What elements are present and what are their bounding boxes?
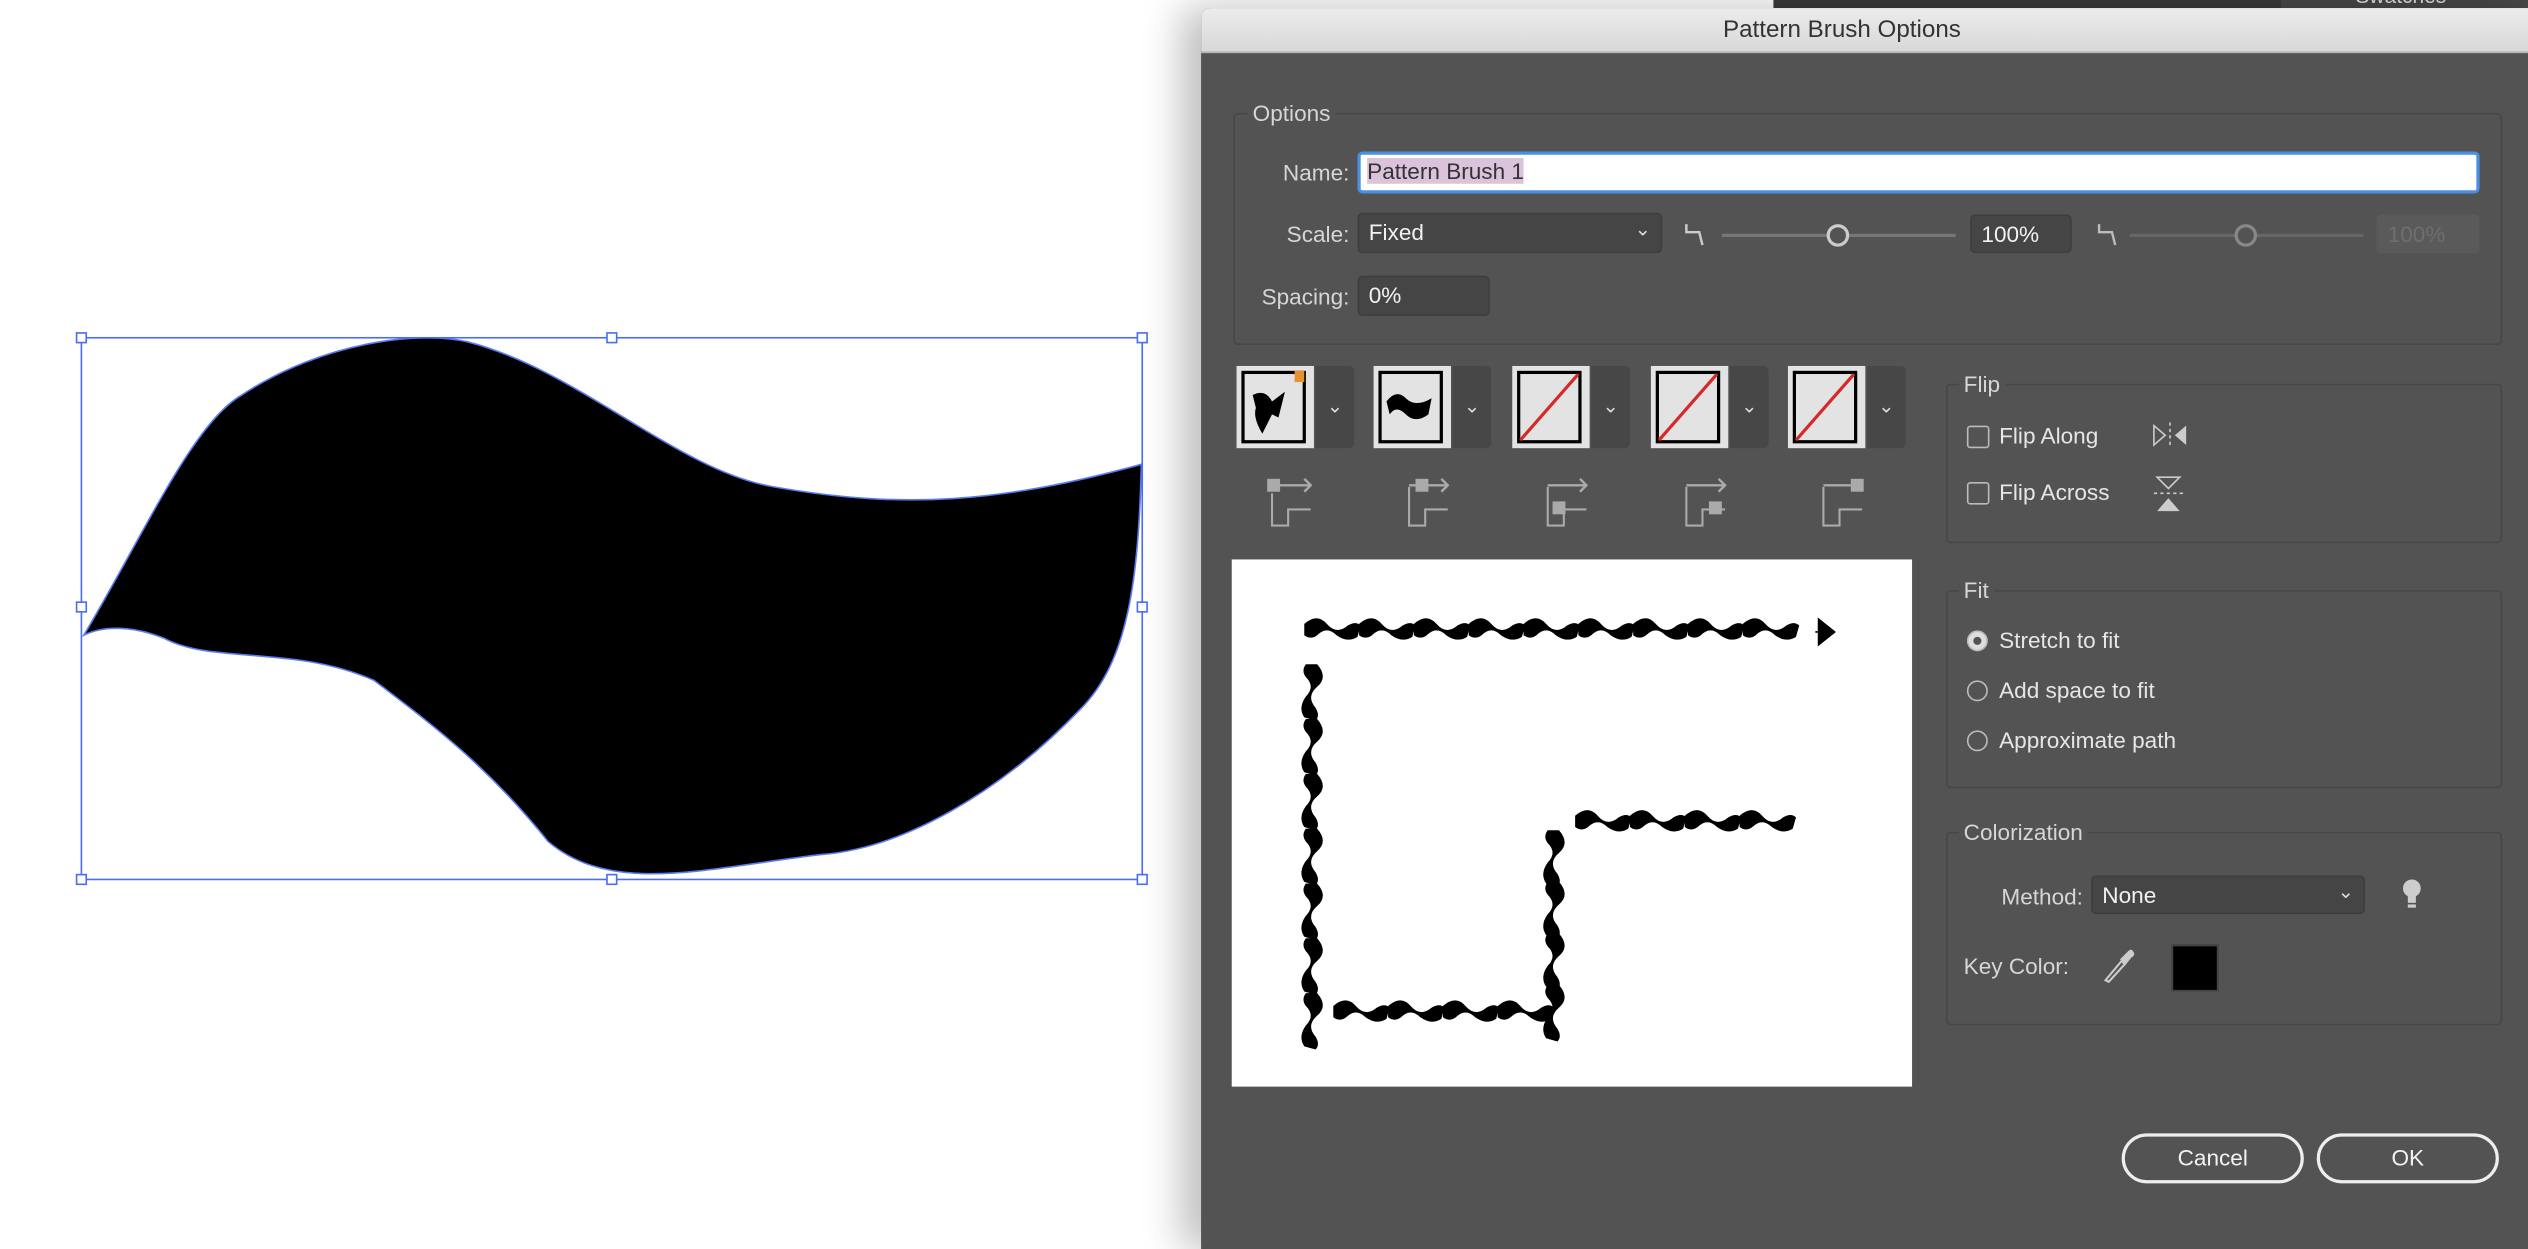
dialog-title: Pattern Brush Options <box>1722 16 1961 44</box>
flip-group <box>1945 383 2503 544</box>
pattern-tile-mark <box>1687 618 1745 640</box>
flip-across-icon <box>2153 476 2183 512</box>
key-color-swatch[interactable] <box>2171 944 2219 992</box>
side-tile-position-icon <box>1267 477 1313 527</box>
flip-group-label: Flip <box>1958 370 2005 397</box>
colorization-group-label: Colorization <box>1958 818 2088 845</box>
scale-max-percent-input: 100% <box>2376 214 2480 254</box>
fit-stretch-radio[interactable] <box>1966 630 1988 652</box>
start-tile-position-icon <box>1685 477 1727 527</box>
pattern-tile-mark <box>1543 881 1565 939</box>
method-select[interactable]: None ⌄ <box>2091 875 2366 915</box>
pattern-tile-mark <box>1468 618 1526 640</box>
artwork-shape[interactable] <box>81 337 1143 875</box>
flip-along-checkbox[interactable] <box>1966 425 1990 449</box>
pattern-tile-mark <box>1301 828 1323 886</box>
eyedropper-icon[interactable] <box>2101 946 2136 985</box>
name-label: Name: <box>1282 159 1350 186</box>
flip-along-label[interactable]: Flip Along <box>1999 422 2098 448</box>
spacing-input[interactable]: 0% <box>1357 275 1490 316</box>
flip-along-icon <box>2153 422 2187 449</box>
pattern-tile-mark <box>1578 618 1635 640</box>
pattern-tile-mark <box>1359 618 1416 640</box>
outer-corner-tile[interactable]: ⌄ <box>1373 365 1492 449</box>
scale-label: Scale: <box>1286 220 1350 247</box>
end-tile[interactable]: ⌄ <box>1787 365 1906 449</box>
pattern-tile-mark <box>1575 810 1632 832</box>
chevron-down-icon: ⌄ <box>1634 217 1651 241</box>
pattern-tile-mark <box>1333 1000 1390 1022</box>
side-tile[interactable]: ⌄ <box>1236 365 1355 449</box>
flip-across-label[interactable]: Flip Across <box>1999 479 2109 505</box>
screen: Swatches Pattern Brush Options Options N… <box>0 0 2528 1249</box>
pattern-tile-mark <box>1301 773 1323 831</box>
fit-add-space-radio[interactable] <box>1966 680 1988 702</box>
pattern-tile-mark <box>1413 618 1471 640</box>
pattern-tile-mark <box>1742 618 1800 640</box>
path-arrow-icon <box>1815 617 1836 647</box>
flip-across-checkbox[interactable] <box>1966 482 1990 505</box>
pattern-tile-mark <box>1301 938 1323 995</box>
scale-max-icon <box>2097 224 2117 246</box>
chevron-down-icon[interactable]: ⌄ <box>1866 365 1906 449</box>
chevron-down-icon: ⌄ <box>2337 880 2354 903</box>
scale-select-value: Fixed <box>1368 219 1424 246</box>
pattern-tile-mark <box>1301 883 1323 940</box>
pattern-tile-mark <box>1543 830 1565 887</box>
pattern-tile-mark <box>1633 618 1690 640</box>
pattern-tile-mark <box>1523 618 1580 640</box>
pattern-tile-mark <box>1684 810 1742 832</box>
key-color-label: Key Color: <box>1963 952 2070 979</box>
pattern-tile-mark <box>1301 719 1323 776</box>
ok-button[interactable]: OK <box>2316 1133 2499 1184</box>
pattern-tile-mark <box>1739 810 1796 832</box>
chevron-down-icon[interactable]: ⌄ <box>1452 365 1492 449</box>
pattern-tile-mark <box>1304 618 1361 640</box>
tile-swatch[interactable] <box>1787 365 1866 449</box>
pattern-tile-mark <box>1301 993 1323 1050</box>
pattern-tile-mark <box>1497 1000 1555 1022</box>
scale-percent-input[interactable]: 100% <box>1970 214 2072 254</box>
scale-select[interactable]: Fixed ⌄ <box>1357 212 1663 254</box>
pattern-tile-mark <box>1388 1000 1445 1022</box>
fit-approximate-radio[interactable] <box>1966 730 1988 752</box>
inner-corner-tile[interactable]: ⌄ <box>1512 365 1630 449</box>
inner-corner-tile-position-icon <box>1546 477 1589 527</box>
chevron-down-icon[interactable]: ⌄ <box>1315 365 1355 449</box>
method-label: Method: <box>2001 883 2083 910</box>
scale-min-icon <box>1685 224 1704 246</box>
scale-max-slider-knob <box>2234 224 2258 247</box>
pattern-preview <box>1231 559 1913 1087</box>
options-group-label: Options <box>1247 99 1336 126</box>
start-tile[interactable]: ⌄ <box>1650 365 1769 449</box>
colorization-group <box>1945 831 2503 1026</box>
tile-swatch[interactable] <box>1236 365 1314 449</box>
fit-approximate-label[interactable]: Approximate path <box>1999 727 2176 753</box>
scale-slider-knob[interactable] <box>1826 224 1850 247</box>
pattern-tile-mark <box>1442 1000 1500 1022</box>
chevron-down-icon[interactable]: ⌄ <box>1729 365 1769 449</box>
title-bar[interactable]: Pattern Brush Options <box>1201 8 2528 54</box>
pattern-tile-mark <box>1543 933 1565 990</box>
tips-bulb-icon[interactable] <box>2401 877 2424 912</box>
tile-swatch[interactable] <box>1650 365 1729 449</box>
chevron-down-icon[interactable]: ⌄ <box>1591 365 1630 449</box>
tile-swatch[interactable] <box>1512 365 1590 449</box>
pattern-tile-mark <box>1629 810 1687 832</box>
end-tile-position-icon <box>1822 478 1864 527</box>
pattern-tile-mark <box>1301 664 1323 721</box>
outer-corner-tile-position-icon <box>1408 477 1450 527</box>
artboard-canvas[interactable] <box>0 0 1201 1240</box>
tile-swatch[interactable] <box>1373 365 1451 449</box>
fit-add-space-label[interactable]: Add space to fit <box>1999 677 2155 703</box>
name-input-value: Pattern Brush 1 <box>1367 157 1524 184</box>
fit-stretch-label[interactable]: Stretch to fit <box>1999 627 2119 653</box>
name-input[interactable]: Pattern Brush 1 <box>1357 151 2480 194</box>
cancel-button[interactable]: Cancel <box>2121 1133 2304 1184</box>
fit-group-label: Fit <box>1958 577 1994 603</box>
pattern-brush-options-dialog: Pattern Brush Options Options Name: Patt… <box>1201 8 2528 1249</box>
spacing-label: Spacing: <box>1261 283 1350 310</box>
method-select-value: None <box>2102 881 2157 908</box>
